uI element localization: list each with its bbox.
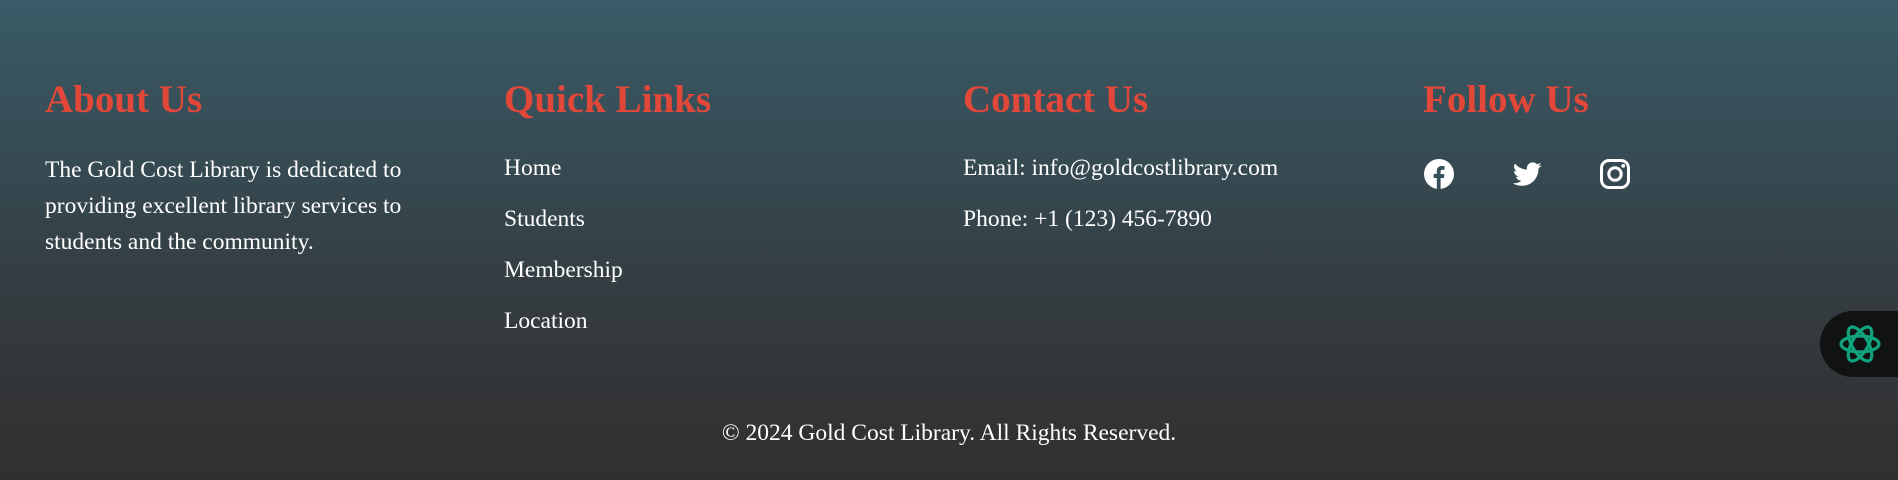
site-footer: About Us The Gold Cost Library is dedica… [0, 0, 1898, 480]
contact-heading: Contact Us [963, 78, 1149, 121]
quick-links-section: Quick Links Home Students Membership Loc… [504, 76, 904, 359]
ai-assistant-icon [1839, 325, 1881, 363]
about-text: The Gold Cost Library is dedicated to pr… [45, 157, 402, 255]
quick-link-item: Home [504, 155, 904, 182]
quick-link-students[interactable]: Students [504, 206, 585, 232]
quick-link-membership[interactable]: Membership [504, 257, 623, 283]
quick-link-item: Location [504, 308, 904, 335]
quick-links-heading: Quick Links [504, 78, 712, 121]
about-heading: About Us [45, 78, 203, 121]
contact-email: Email: info@goldcostlibrary.com [963, 155, 1279, 181]
twitter-link[interactable] [1511, 158, 1543, 190]
quick-link-item: Membership [504, 257, 904, 284]
quick-link-location[interactable]: Location [504, 308, 588, 334]
follow-section: Follow Us [1423, 76, 1823, 190]
copyright-text: © 2024 Gold Cost Library. All Rights Res… [721, 420, 1177, 446]
twitter-icon [1512, 162, 1542, 186]
quick-links-list: Home Students Membership Location [504, 155, 904, 335]
quick-link-home[interactable]: Home [504, 155, 561, 181]
contact-phone: Phone: +1 (123) 456-7890 [963, 206, 1212, 232]
instagram-icon [1600, 159, 1630, 189]
quick-link-item: Students [504, 206, 904, 233]
instagram-link[interactable] [1599, 158, 1631, 190]
ai-assistant-button[interactable] [1820, 311, 1898, 377]
social-links [1423, 158, 1823, 190]
about-section: About Us The Gold Cost Library is dedica… [45, 76, 445, 260]
facebook-icon [1424, 159, 1454, 189]
follow-heading: Follow Us [1423, 78, 1589, 121]
facebook-link[interactable] [1423, 158, 1455, 190]
contact-section: Contact Us Email: info@goldcostlibrary.c… [963, 76, 1363, 233]
